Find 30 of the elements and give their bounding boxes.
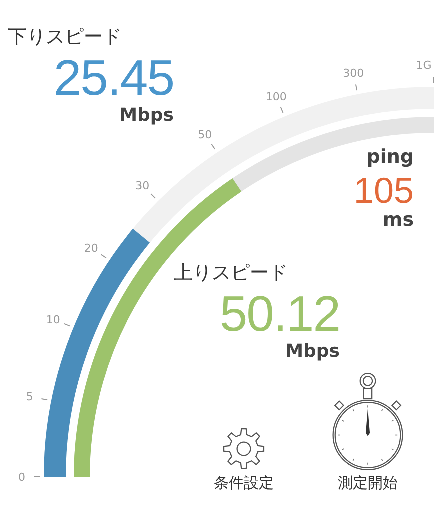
upload-unit: Mbps: [286, 343, 340, 361]
start-button[interactable]: 測定開始: [332, 372, 404, 491]
download-speed: 25.45: [54, 53, 174, 103]
settings-button[interactable]: 条件設定: [214, 426, 274, 491]
tick-label: 30: [136, 180, 150, 193]
tick-mark: [280, 106, 284, 114]
ping-label: ping: [366, 148, 414, 167]
tick-label: 0: [18, 471, 26, 484]
tick-label: 300: [343, 66, 364, 80]
tick-label: 5: [26, 390, 34, 404]
stopwatch-icon: [332, 372, 404, 472]
tick-mark: [64, 323, 70, 327]
tick-label: 50: [198, 128, 212, 142]
upload-label: 上りスピード: [174, 264, 288, 283]
tick-label: 10: [46, 313, 60, 326]
ping-value: 105: [354, 173, 414, 209]
tick-label: 1G: [416, 59, 432, 72]
tick-label: 100: [266, 90, 287, 104]
download-label: 下りスピード: [8, 28, 122, 47]
tick-mark: [100, 254, 107, 259]
tick-mark: [355, 84, 358, 92]
tick-label: 20: [84, 242, 98, 256]
tick-mark: [34, 476, 40, 478]
tick-mark: [150, 194, 156, 199]
gear-icon: [221, 426, 267, 472]
download-unit: Mbps: [120, 107, 174, 125]
tick-mark: [211, 144, 216, 150]
tick-mark: [41, 398, 48, 401]
upload-speed: 50.12: [220, 289, 340, 339]
ping-unit: ms: [382, 211, 414, 230]
